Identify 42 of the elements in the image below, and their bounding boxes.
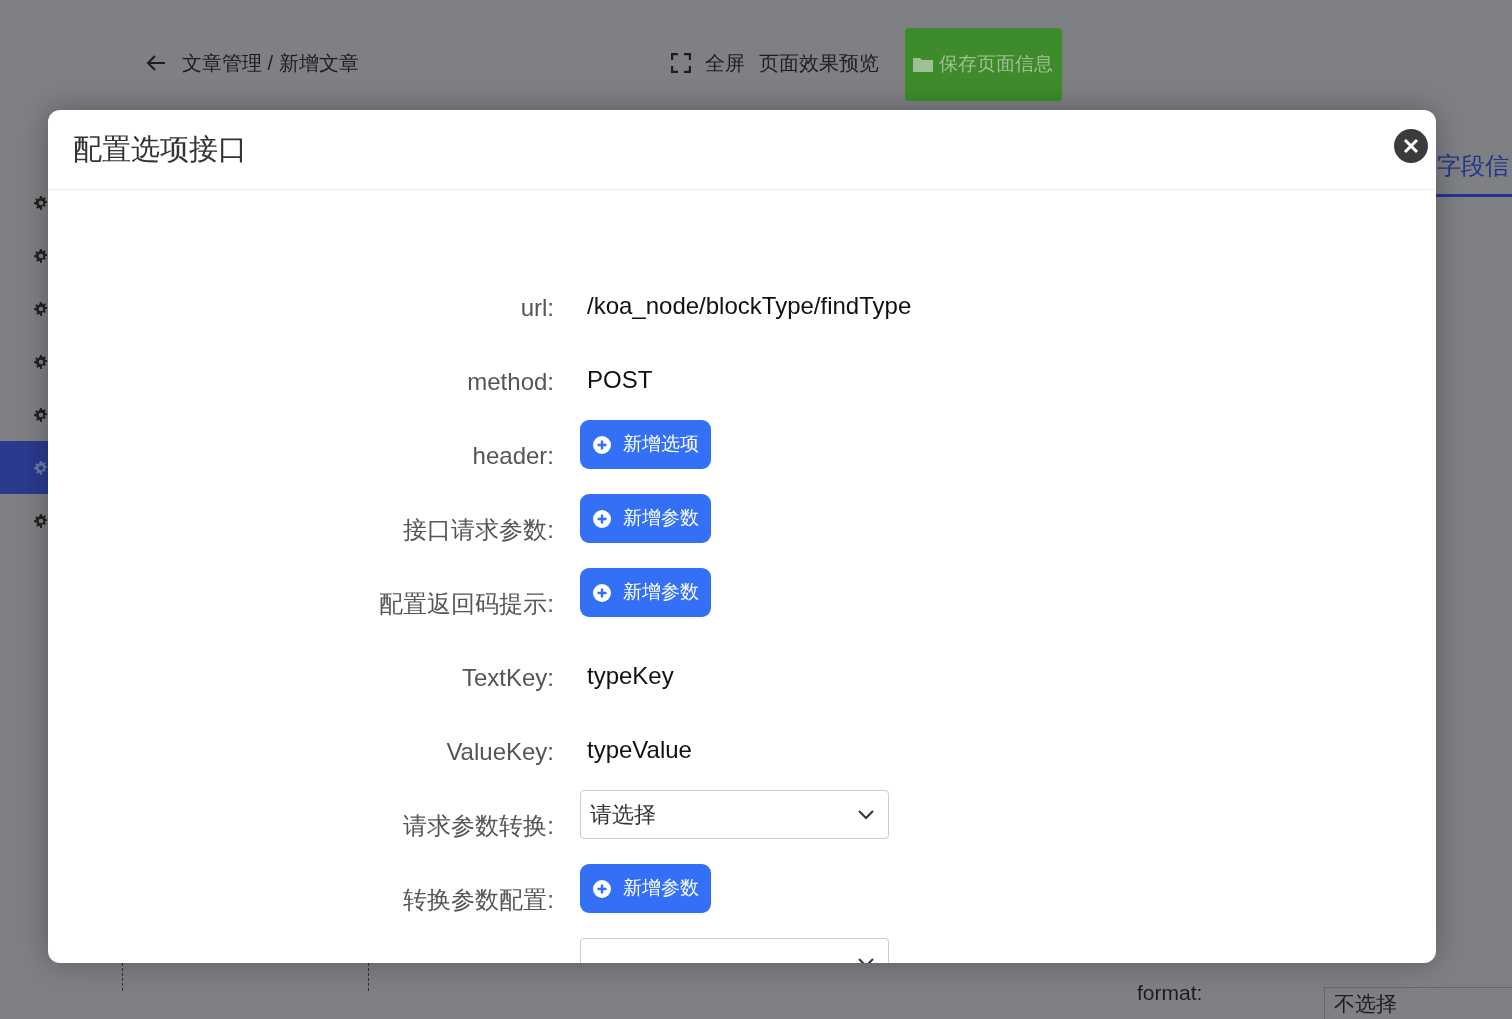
field-label: 请求参数转换: (402, 812, 554, 841)
gear-icon (34, 193, 48, 212)
sidebar-item[interactable] (0, 441, 48, 494)
folder-icon (913, 56, 934, 72)
field-value: POST (587, 366, 653, 395)
select-field[interactable]: 不选择 (1324, 987, 1512, 1019)
gear-icon (34, 246, 48, 265)
close-button[interactable] (1394, 129, 1428, 163)
plus-circle-icon (592, 435, 611, 454)
field-label: method: (466, 368, 554, 397)
gear-icon (34, 299, 48, 318)
chevron-down-icon (858, 809, 874, 820)
field-label: 转换参数配置: (402, 886, 554, 915)
add-button[interactable]: 新增选项 (580, 420, 711, 469)
gear-icon (34, 458, 48, 477)
field-label: header: (471, 442, 554, 471)
fullscreen-link[interactable]: 全屏 (704, 48, 745, 78)
dialog-title: 配置选项接口 (73, 132, 247, 167)
add-button[interactable]: 新增参数 (580, 494, 711, 543)
add-button[interactable]: 新增参数 (580, 864, 711, 913)
field-label: url: (519, 294, 554, 323)
plus-circle-icon (592, 583, 611, 602)
select-field[interactable]: 请选择 (580, 790, 889, 839)
field-label: ValueKey: (445, 738, 554, 767)
back-arrow-icon[interactable] (146, 54, 166, 72)
field-value: typeValue (587, 736, 692, 765)
close-icon (1403, 138, 1419, 154)
field-label: 接口请求参数: (402, 516, 554, 545)
gear-icon (34, 405, 48, 424)
breadcrumb: 文章管理 / 新增文章 (182, 51, 359, 76)
field-label: format: (1137, 980, 1203, 1006)
plus-circle-icon (592, 509, 611, 528)
field-value: /koa_node/blockType/findType (587, 292, 912, 321)
fullscreen-icon[interactable] (670, 53, 691, 73)
gear-icon (34, 352, 48, 371)
plus-circle-icon (592, 879, 611, 898)
field-label: 配置返回码提示: (378, 590, 554, 619)
field-label: TextKey: (460, 664, 554, 693)
add-button[interactable]: 新增参数 (580, 568, 711, 617)
gear-icon (34, 511, 48, 530)
field-value: typeKey (587, 662, 674, 691)
preview-link[interactable]: 页面效果预览 (758, 48, 879, 78)
